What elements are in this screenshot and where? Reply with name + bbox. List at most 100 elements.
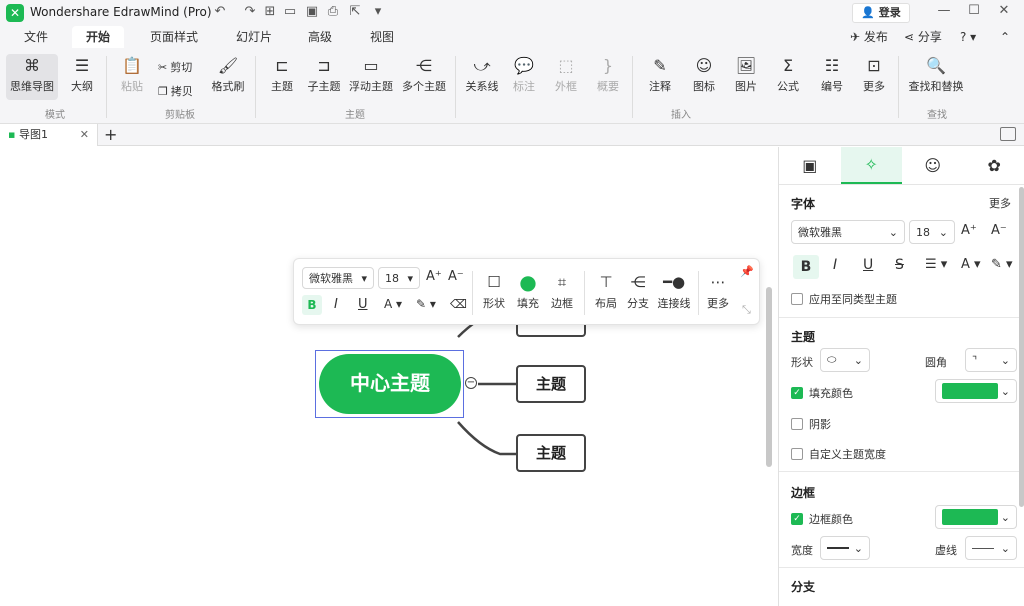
paste-button[interactable]: 📋 粘贴 — [108, 54, 156, 100]
minimize-icon[interactable]: — — [936, 3, 952, 18]
multiple-topics-button[interactable]: ⋲ 多个主题 — [398, 54, 450, 100]
toggle-panel-icon[interactable] — [1000, 127, 1016, 141]
menu-file[interactable]: 文件 — [24, 26, 48, 48]
tab-style-icon[interactable]: ▣ — [779, 147, 841, 184]
font-color-icon[interactable]: A ▾ — [384, 297, 402, 311]
panel-align-icon[interactable]: ☰ ▾ — [925, 257, 947, 272]
share-button[interactable]: ⋖ 分享 — [904, 26, 942, 48]
floating-topic-button[interactable]: ▭ 浮动主题 — [346, 54, 396, 100]
panel-underline-icon[interactable]: U — [863, 257, 873, 273]
customize-icon[interactable]: ▾ — [370, 4, 386, 19]
callout-button[interactable]: 💬 标注 — [500, 54, 548, 100]
add-tab-icon[interactable]: + — [104, 125, 117, 144]
panel-strikethrough-icon[interactable]: S — [895, 257, 904, 273]
export-icon[interactable]: ⇱ — [347, 4, 363, 19]
floatbar-font-select[interactable]: 微软雅黑 ▾ — [302, 267, 374, 289]
close-tab-icon[interactable]: ✕ — [80, 124, 89, 146]
shape-label: 形状 — [791, 356, 813, 369]
floatbar-fill-button[interactable]: ● 填充 — [510, 269, 546, 311]
shape-select[interactable]: ⬭ ⌄ — [820, 348, 870, 372]
floatbar-branch-button[interactable]: ⋲ 分支 — [620, 269, 656, 311]
corner-select[interactable]: ⌝ ⌄ — [965, 348, 1017, 372]
panel-highlight-icon[interactable]: ✎ ▾ — [991, 257, 1013, 272]
panel-font-color-icon[interactable]: A ▾ — [961, 257, 981, 272]
floatbar-shape-button[interactable]: ☐ 形状 — [476, 269, 512, 311]
help-icon[interactable]: ? ▾ — [960, 26, 976, 48]
floatbar-connector-button[interactable]: ━● 连接线 — [652, 269, 696, 311]
menu-slides[interactable]: 幻灯片 — [236, 26, 272, 48]
menu-start[interactable]: 开始 — [72, 26, 125, 48]
numbering-button[interactable]: ☷ 编号 — [808, 54, 856, 100]
panel-bold-icon[interactable]: B — [793, 255, 819, 279]
menu-advanced[interactable]: 高级 — [308, 26, 332, 48]
topic-node-bottom[interactable]: 主题 — [516, 434, 586, 472]
floatbar-size-select[interactable]: 18 ▾ — [378, 267, 420, 289]
menu-page-style[interactable]: 页面样式 — [150, 26, 198, 48]
font-more-link[interactable]: 更多 — [989, 195, 1011, 211]
note-button[interactable]: ✎ 注释 — [636, 54, 684, 100]
new-icon[interactable]: ⊞ — [262, 4, 278, 19]
clear-format-icon[interactable]: ⌫ — [450, 297, 467, 311]
subtopic-button[interactable]: ⊐ 子主题 — [300, 54, 348, 100]
border-color-select[interactable]: ⌄ — [935, 505, 1017, 529]
pin-icon[interactable]: 📌 — [740, 265, 754, 278]
floatbar-border-button[interactable]: ⌗ 边框 — [544, 269, 580, 311]
menu-view[interactable]: 视图 — [370, 26, 394, 48]
undo-icon[interactable]: ↶ — [212, 4, 228, 19]
custom-width-checkbox[interactable]: 自定义主题宽度 — [791, 446, 886, 462]
panel-font-decrease-icon[interactable]: A⁻ — [991, 223, 1007, 238]
italic-icon[interactable]: I — [334, 297, 338, 312]
bold-icon[interactable]: B — [302, 295, 322, 315]
tab-tag-icon[interactable]: ☺ — [902, 147, 964, 184]
panel-scrollbar[interactable] — [1019, 187, 1024, 507]
topic-button[interactable]: ⊏ 主题 — [258, 54, 306, 100]
collapse-arrows-icon[interactable]: ⤡ — [742, 303, 751, 317]
floatbar-layout-button[interactable]: ⊤ 布局 — [588, 269, 624, 311]
border-width-select[interactable]: ⌄ — [820, 536, 870, 560]
open-icon[interactable]: ▭ — [282, 4, 298, 19]
border-color-checkbox[interactable]: ✓ 边框颜色 — [791, 511, 853, 527]
find-replace-button[interactable]: 🔍 查找和替换 — [904, 54, 968, 100]
image-button[interactable]: 🖼 图片 — [722, 54, 770, 100]
boundary-button[interactable]: ⬚ 外框 — [542, 54, 590, 100]
fill-color-select[interactable]: ⌄ — [935, 379, 1017, 403]
mindmap-mode-button[interactable]: ⌘ 思维导图 — [6, 54, 58, 100]
shadow-checkbox[interactable]: 阴影 — [791, 416, 831, 432]
login-button[interactable]: 👤 登录 — [852, 3, 910, 23]
copy-button[interactable]: ❐ 拷贝 — [158, 82, 193, 102]
cut-button[interactable]: ✂ 剪切 — [158, 58, 192, 78]
redo-icon[interactable]: ↷ — [242, 4, 258, 19]
outline-mode-button[interactable]: ☰ 大纲 — [58, 54, 106, 100]
icon-button[interactable]: ☺ 图标 — [680, 54, 728, 100]
floatbar-more-button[interactable]: ⋯ 更多 — [700, 269, 736, 311]
panel-italic-icon[interactable]: I — [833, 257, 837, 273]
collapse-ribbon-icon[interactable]: ⌃ — [1000, 26, 1010, 48]
central-topic-node[interactable]: 中心主题 — [319, 354, 461, 414]
relation-button[interactable]: ⤻ 关系线 — [458, 54, 506, 100]
formula-button[interactable]: Σ 公式 — [764, 54, 812, 100]
tab-doc1[interactable]: ▪ 导图1 ✕ — [0, 124, 98, 146]
apply-same-checkbox[interactable]: 应用至同类型主题 — [791, 291, 897, 307]
fill-color-checkbox[interactable]: ✓ 填充颜色 — [791, 385, 853, 401]
font-decrease-icon[interactable]: A⁻ — [448, 269, 464, 284]
font-increase-icon[interactable]: A⁺ — [426, 269, 442, 284]
panel-font-increase-icon[interactable]: A⁺ — [961, 223, 977, 238]
maximize-icon[interactable]: ☐ — [966, 3, 982, 18]
close-icon[interactable]: ✕ — [996, 3, 1012, 18]
format-painter-button[interactable]: 🖌 格式刷 — [204, 54, 252, 100]
highlight-icon[interactable]: ✎ ▾ — [416, 297, 436, 311]
summary-button[interactable]: } 概要 — [584, 54, 632, 100]
save-icon[interactable]: ▣ — [304, 4, 320, 19]
print-icon[interactable]: ⎙ — [325, 4, 341, 19]
more-insert-button[interactable]: ⊡ 更多 — [850, 54, 898, 100]
topic-node-middle[interactable]: 主题 — [516, 365, 586, 403]
underline-icon[interactable]: U — [358, 297, 368, 312]
collapse-toggle-icon[interactable]: − — [465, 377, 477, 389]
publish-button[interactable]: ✈ 发布 — [850, 26, 888, 48]
border-dash-select[interactable]: ⌄ — [965, 536, 1017, 560]
tab-theme-icon[interactable]: ✿ — [964, 147, 1024, 184]
panel-font-select[interactable]: 微软雅黑 ⌄ — [791, 220, 905, 244]
panel-size-select[interactable]: 18 ⌄ — [909, 220, 955, 244]
canvas[interactable]: 主题 主题 主题 中心主题 − — [0, 147, 778, 606]
tab-ai-theme-icon[interactable]: ✧ — [840, 147, 902, 184]
